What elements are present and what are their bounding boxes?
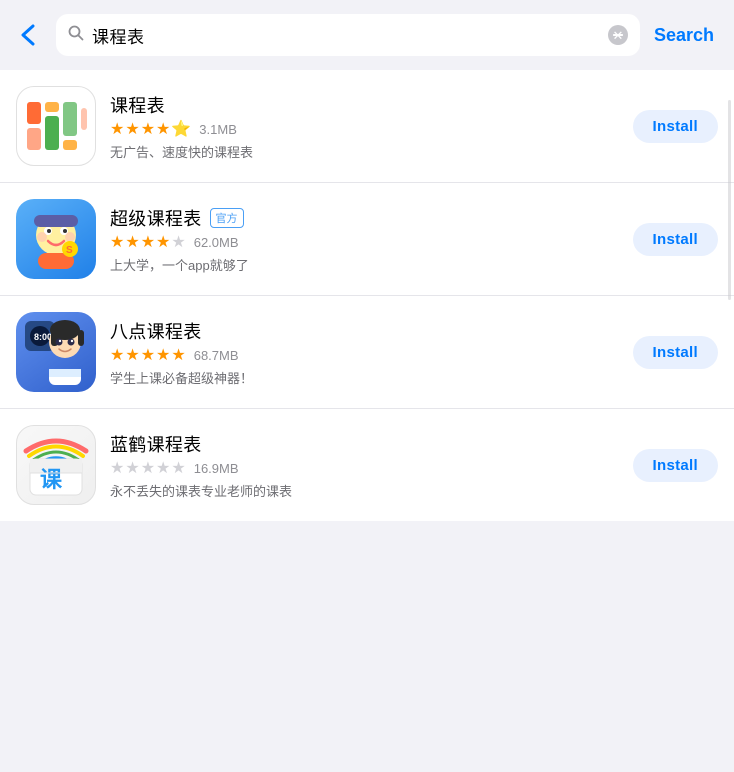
back-button[interactable]: [10, 17, 46, 53]
star-1: ★: [110, 235, 124, 251]
app-name-row: 蓝鹤课程表: [110, 431, 619, 457]
star-4: ★: [156, 348, 170, 364]
star-3: ★: [141, 122, 155, 138]
search-button[interactable]: Search: [650, 25, 718, 46]
app-name: 课程表: [110, 92, 165, 118]
stars: ★ ★ ★ ★ ⭐: [110, 122, 191, 138]
install-button[interactable]: Install: [633, 223, 718, 256]
clear-icon: ✕: [613, 29, 624, 42]
app-icon: 8:00: [16, 312, 96, 392]
list-item: S 超级课程表 官方 ★ ★ ★ ★ ★ 62.0MB 上大学，一个app就够了…: [0, 183, 734, 296]
search-bar: 课程表 ✕: [56, 14, 640, 56]
app-info: 八点课程表 ★ ★ ★ ★ ★ 68.7MB 学生上课必备超级神器！: [110, 318, 619, 387]
star-1: ★: [110, 122, 124, 138]
list-item: 课 蓝鹤课程表 ★ ★ ★ ★ ★ 16.9MB 永不丢失的课表专业老师的课表: [0, 409, 734, 521]
star-5: ★: [171, 348, 185, 364]
star-2: ★: [125, 122, 139, 138]
star-1: ★: [110, 461, 124, 477]
app-size: 16.9MB: [194, 461, 239, 476]
star-2: ★: [125, 235, 139, 251]
install-button[interactable]: Install: [633, 449, 718, 482]
svg-text:S: S: [66, 245, 73, 256]
app-name-row: 课程表: [110, 92, 619, 118]
star-5: ★: [171, 461, 185, 477]
star-5: ★: [171, 235, 185, 251]
rating-row: ★ ★ ★ ★ ★ 16.9MB: [110, 461, 619, 477]
rating-row: ★ ★ ★ ★ ★ 68.7MB: [110, 348, 619, 364]
app-description: 学生上课必备超级神器！: [110, 368, 619, 387]
app-name: 蓝鹤课程表: [110, 431, 202, 457]
star-3: ★: [141, 461, 155, 477]
app-list: 课程表 ★ ★ ★ ★ ⭐ 3.1MB 无广告、速度快的课程表 Install: [0, 70, 734, 521]
app-description: 永不丢失的课表专业老师的课表: [110, 481, 619, 500]
app-icon: 课: [16, 425, 96, 505]
rating-row: ★ ★ ★ ★ ⭐ 3.1MB: [110, 122, 619, 138]
clear-button[interactable]: ✕: [608, 25, 628, 45]
svg-text:课: 课: [40, 467, 63, 492]
star-4: ★: [156, 461, 170, 477]
search-query-text[interactable]: 课程表: [92, 23, 600, 48]
stars: ★ ★ ★ ★ ★: [110, 235, 186, 251]
app-name-row: 八点课程表: [110, 318, 619, 344]
star-1: ★: [110, 348, 124, 364]
star-4: ★: [156, 235, 170, 251]
star-5: ⭐: [171, 122, 191, 138]
app-name: 八点课程表: [110, 318, 202, 344]
search-icon: [68, 25, 84, 46]
star-2: ★: [125, 348, 139, 364]
install-button[interactable]: Install: [633, 110, 718, 143]
star-3: ★: [141, 348, 155, 364]
star-2: ★: [125, 461, 139, 477]
header: 课程表 ✕ Search: [0, 0, 734, 70]
stars: ★ ★ ★ ★ ★: [110, 348, 186, 364]
app-size: 68.7MB: [194, 348, 239, 363]
official-badge: 官方: [210, 208, 244, 228]
app-info: 蓝鹤课程表 ★ ★ ★ ★ ★ 16.9MB 永不丢失的课表专业老师的课表: [110, 431, 619, 500]
install-button[interactable]: Install: [633, 336, 718, 369]
star-4: ★: [156, 122, 170, 138]
stars: ★ ★ ★ ★ ★: [110, 461, 186, 477]
app-icon: [16, 86, 96, 166]
app-description: 无广告、速度快的课程表: [110, 142, 619, 161]
rating-row: ★ ★ ★ ★ ★ 62.0MB: [110, 235, 619, 251]
app-info: 课程表 ★ ★ ★ ★ ⭐ 3.1MB 无广告、速度快的课程表: [110, 92, 619, 161]
star-3: ★: [141, 235, 155, 251]
app-icon: S: [16, 199, 96, 279]
app-size: 62.0MB: [194, 235, 239, 250]
app-name-row: 超级课程表 官方: [110, 205, 619, 231]
app-description: 上大学，一个app就够了: [110, 255, 619, 274]
list-item: 8:00 八点课程表: [0, 296, 734, 409]
app-name: 超级课程表: [110, 205, 202, 231]
app-info: 超级课程表 官方 ★ ★ ★ ★ ★ 62.0MB 上大学，一个app就够了: [110, 205, 619, 274]
app-size: 3.1MB: [199, 122, 237, 137]
scrollbar[interactable]: [728, 100, 731, 300]
list-item: 课程表 ★ ★ ★ ★ ⭐ 3.1MB 无广告、速度快的课程表 Install: [0, 70, 734, 183]
